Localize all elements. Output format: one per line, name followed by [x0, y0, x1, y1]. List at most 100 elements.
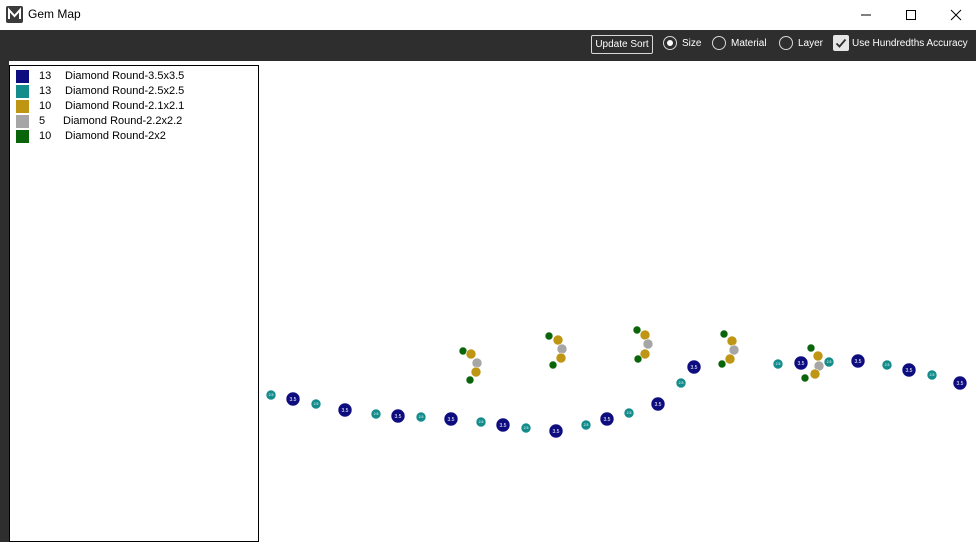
maximize-button[interactable] — [888, 0, 934, 30]
gem-size-label: 2.5 — [627, 411, 632, 415]
hundredths-accuracy-checkbox[interactable] — [833, 35, 849, 51]
gem-marker[interactable]: 3.5 — [952, 375, 968, 391]
gem-circle[interactable] — [471, 357, 483, 369]
gem-marker[interactable] — [719, 329, 729, 339]
gem-circle[interactable] — [639, 329, 651, 341]
gem-size-label: 2.5 — [479, 420, 484, 424]
layer-radio[interactable] — [779, 36, 793, 50]
legend-swatch — [16, 70, 29, 83]
gem-size-label: 2.5 — [930, 373, 935, 377]
gem-marker[interactable] — [471, 357, 483, 369]
gem-circle[interactable] — [552, 334, 564, 346]
gem-marker[interactable]: 3.5 — [901, 362, 917, 378]
gem-size-label: 2.5 — [885, 363, 890, 367]
gem-marker[interactable] — [806, 343, 816, 353]
gem-marker[interactable] — [717, 359, 727, 369]
gem-marker[interactable]: 3.5 — [443, 411, 459, 427]
gem-marker[interactable]: 2.5 — [415, 411, 427, 423]
gem-circle[interactable] — [465, 348, 477, 360]
gem-marker[interactable] — [632, 325, 642, 335]
maximize-icon — [906, 10, 916, 20]
gem-marker[interactable]: 3.5 — [390, 408, 406, 424]
gem-circle[interactable] — [812, 350, 824, 362]
material-radio[interactable] — [712, 36, 726, 50]
legend-swatch — [16, 85, 29, 98]
gem-marker[interactable]: 2.5 — [772, 358, 784, 370]
gem-circle[interactable] — [726, 335, 738, 347]
gem-marker[interactable] — [724, 353, 736, 365]
gem-marker[interactable] — [642, 338, 654, 350]
legend-count: 5 — [39, 115, 46, 127]
gem-marker[interactable]: 2.5 — [265, 389, 277, 401]
legend-panel: 13 Diamond Round-3.5x3.5 13 Diamond Roun… — [9, 65, 259, 542]
gem-marker[interactable] — [552, 334, 564, 346]
gem-map-canvas[interactable]: 2.5 3.5 2.5 3.5 2.5 3.5 2.5 3.5 2.5 3.5 2.5 3.5 2.5 3… — [260, 61, 976, 542]
gem-marker[interactable]: 2.5 — [623, 407, 635, 419]
gem-marker[interactable]: 2.5 — [881, 359, 893, 371]
gem-marker[interactable]: 2.5 — [370, 408, 382, 420]
gem-marker[interactable] — [548, 360, 558, 370]
gem-circle[interactable] — [809, 368, 821, 380]
size-radio[interactable] — [663, 36, 677, 50]
gem-marker[interactable] — [470, 366, 482, 378]
gem-marker[interactable]: 2.5 — [520, 422, 532, 434]
close-button[interactable] — [933, 0, 976, 30]
gem-circle[interactable] — [642, 338, 654, 350]
gem-circle[interactable] — [724, 353, 736, 365]
update-sort-button[interactable]: Update Sort — [591, 35, 653, 54]
gem-circle[interactable] — [548, 360, 558, 370]
gem-marker[interactable]: 2.5 — [675, 377, 687, 389]
legend-name: Diamond Round-2.2x2.2 — [63, 115, 183, 127]
gem-marker[interactable]: 2.5 — [580, 419, 592, 431]
gem-marker[interactable] — [465, 375, 475, 385]
gem-circle[interactable] — [465, 375, 475, 385]
gem-circle[interactable] — [633, 354, 643, 364]
gem-circle[interactable] — [806, 343, 816, 353]
layer-label: Layer — [798, 38, 824, 49]
gem-marker[interactable] — [633, 354, 643, 364]
gem-marker[interactable]: 3.5 — [285, 391, 301, 407]
gem-marker[interactable]: 3.5 — [548, 423, 564, 439]
gem-size-label: 2.5 — [314, 402, 319, 406]
gem-circle[interactable] — [717, 359, 727, 369]
gem-size-label: 2.5 — [827, 360, 832, 364]
minimize-button[interactable] — [843, 0, 889, 30]
gem-marker[interactable] — [728, 344, 740, 356]
gem-marker[interactable] — [812, 350, 824, 362]
gem-marker[interactable]: 3.5 — [686, 359, 702, 375]
gem-marker[interactable]: 3.5 — [793, 355, 809, 371]
left-edge-strip — [0, 61, 9, 542]
gem-map-svg[interactable]: 2.5 3.5 2.5 3.5 2.5 3.5 2.5 3.5 2.5 3.5 2.5 3.5 2.5 3… — [260, 61, 976, 542]
legend-name: Diamond Round-2x2 — [65, 130, 166, 142]
gem-marker[interactable]: 2.5 — [926, 369, 938, 381]
gem-marker[interactable]: 3.5 — [495, 417, 511, 433]
gem-marker[interactable]: 2.5 — [310, 398, 322, 410]
gem-marker[interactable]: 3.5 — [850, 353, 866, 369]
gem-marker[interactable]: 3.5 — [337, 402, 353, 418]
gem-circle[interactable] — [719, 329, 729, 339]
gem-circle[interactable] — [632, 325, 642, 335]
gem-marker[interactable] — [800, 373, 810, 383]
gem-marker[interactable] — [544, 331, 554, 341]
gem-marker[interactable]: 3.5 — [599, 411, 615, 427]
gem-marker[interactable] — [465, 348, 477, 360]
gem-circle[interactable] — [555, 352, 567, 364]
gem-circle[interactable] — [728, 344, 740, 356]
legend-count: 13 — [39, 70, 52, 82]
size-label: Size — [682, 38, 702, 49]
gem-marker[interactable] — [555, 352, 567, 364]
gem-marker[interactable] — [726, 335, 738, 347]
gem-size-label: 2.5 — [269, 393, 274, 397]
gem-marker[interactable] — [556, 343, 568, 355]
gem-circle[interactable] — [800, 373, 810, 383]
gem-circle[interactable] — [544, 331, 554, 341]
gem-marker[interactable]: 2.5 — [475, 416, 487, 428]
gem-circle[interactable] — [470, 366, 482, 378]
legend-count: 10 — [39, 100, 52, 112]
gem-marker[interactable] — [639, 329, 651, 341]
gem-marker[interactable]: 2.5 — [823, 356, 835, 368]
gem-circle[interactable] — [556, 343, 568, 355]
gem-marker[interactable]: 3.5 — [650, 396, 666, 412]
gem-marker[interactable] — [809, 368, 821, 380]
gem-size-label: 2.5 — [419, 415, 424, 419]
